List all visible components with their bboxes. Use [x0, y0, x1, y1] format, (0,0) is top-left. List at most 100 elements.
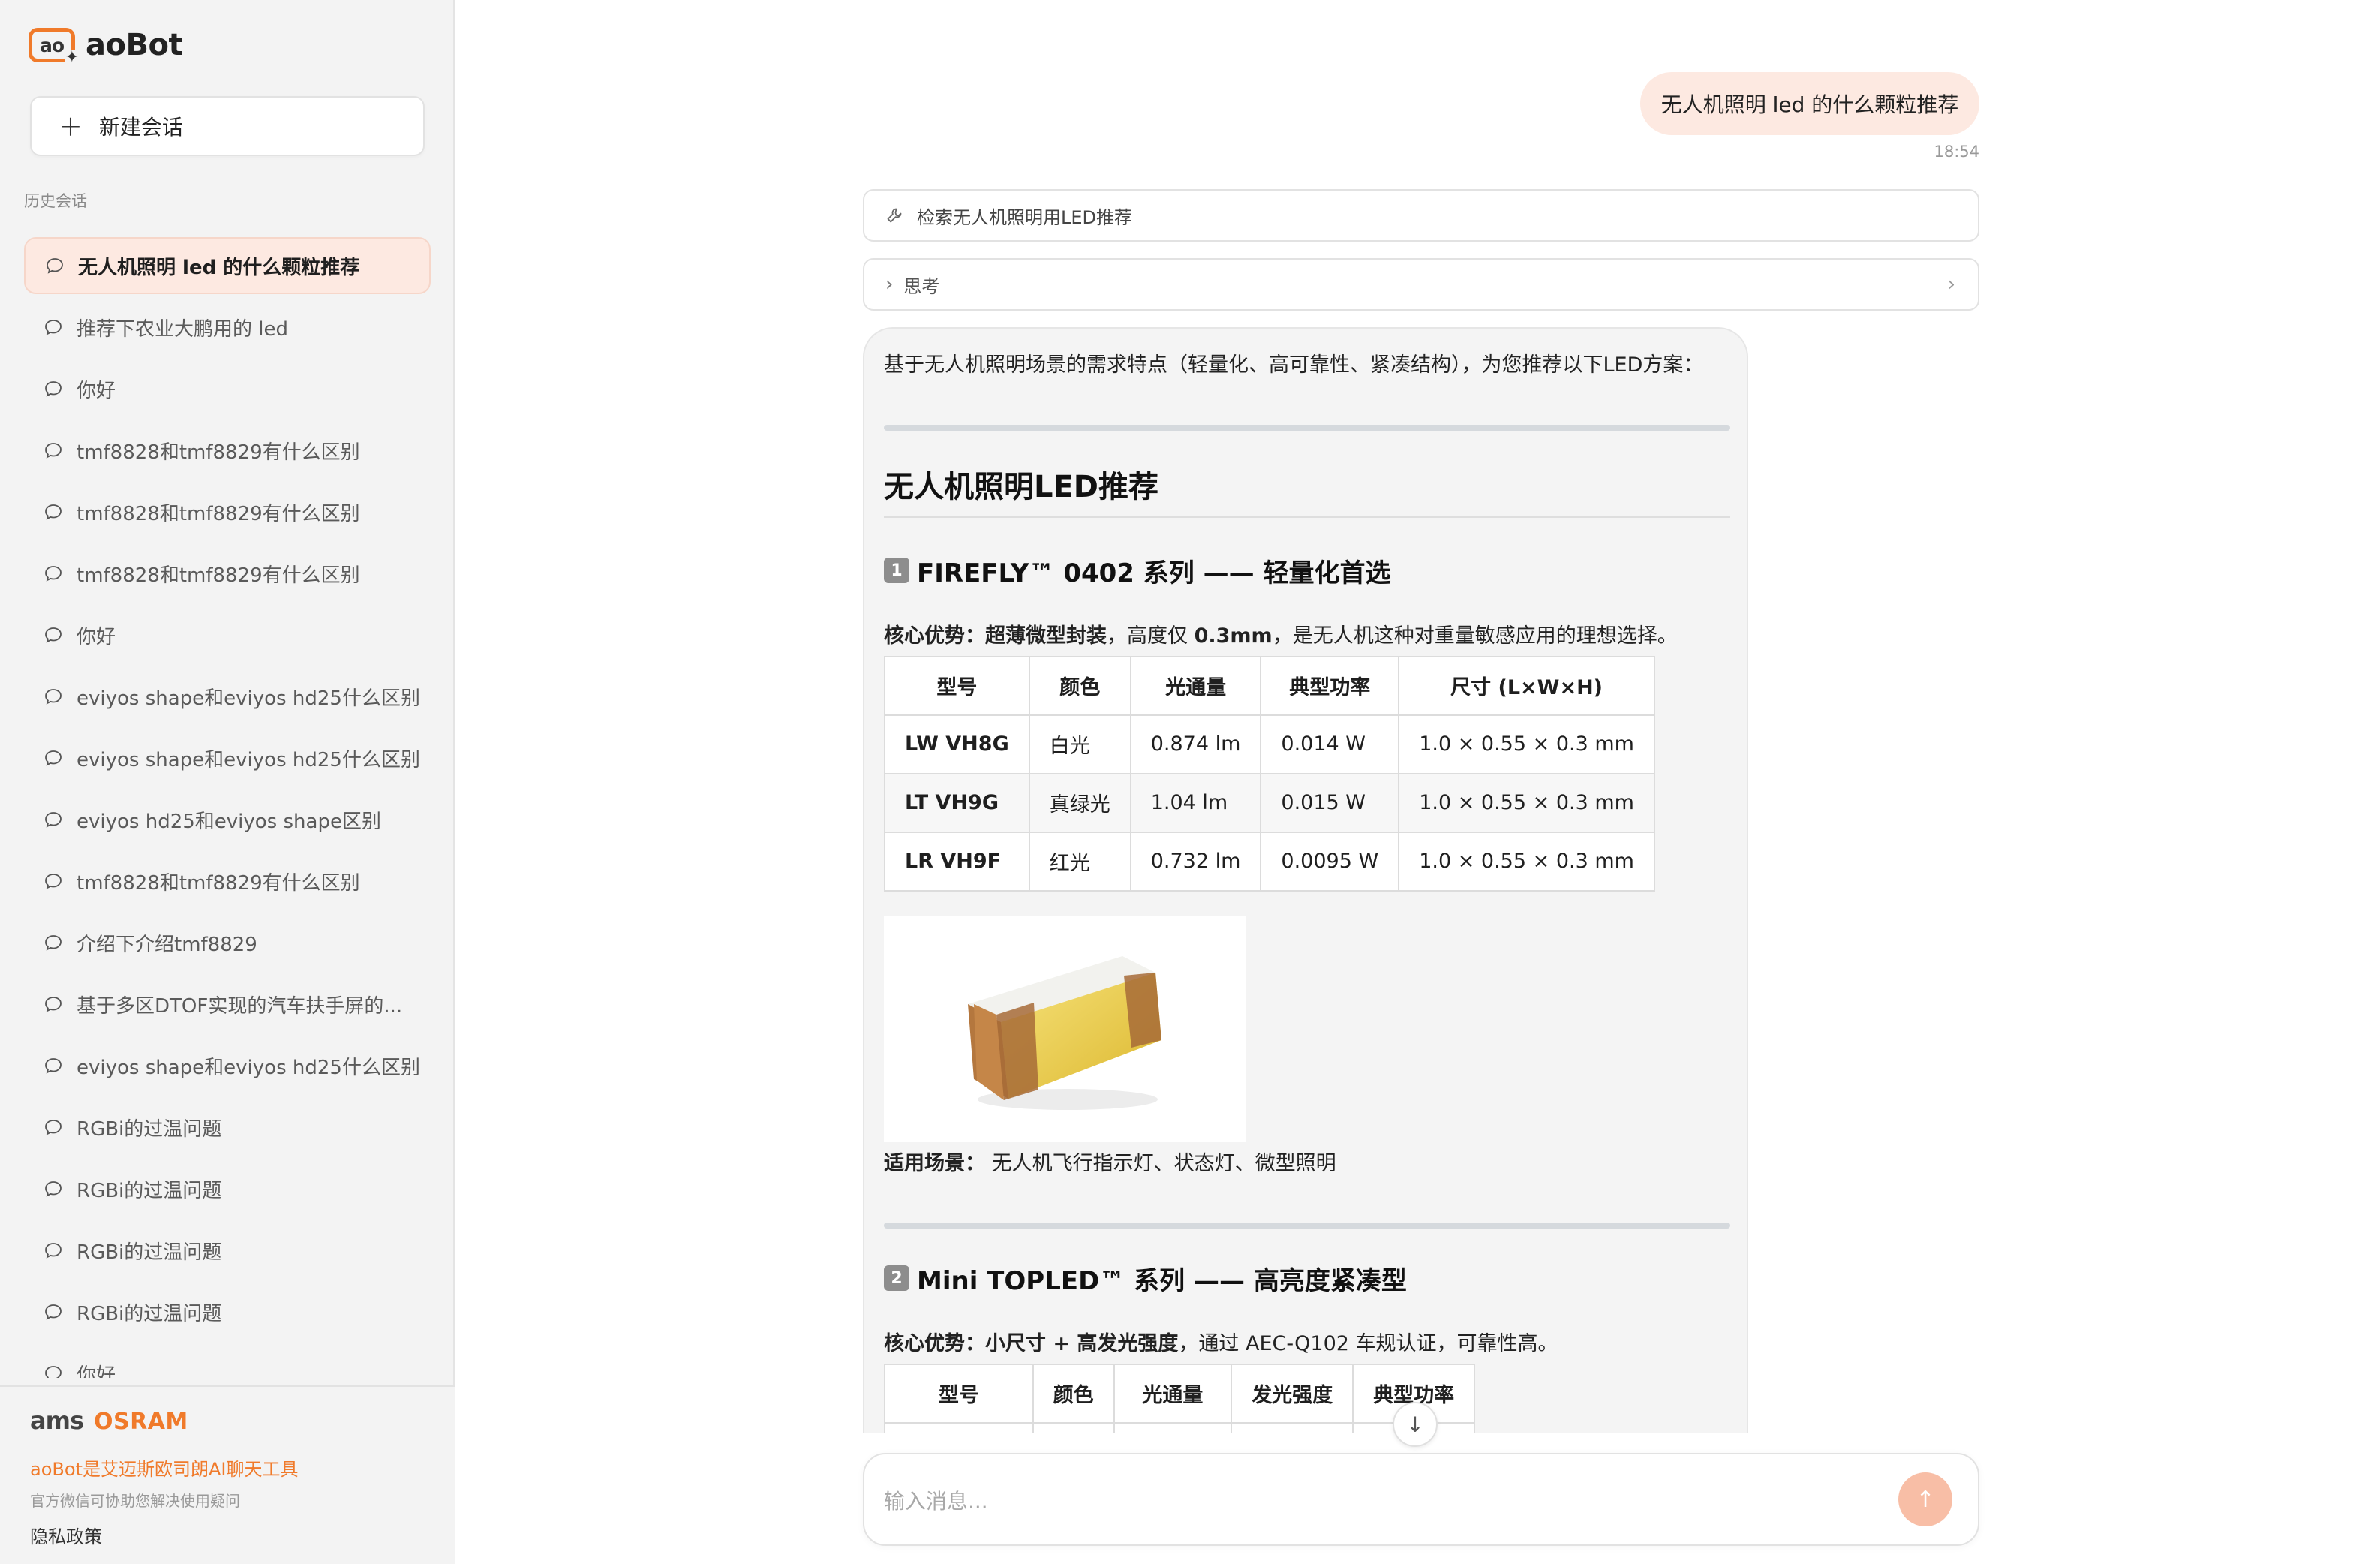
- history-item-label: RGBi的过温问题: [77, 1241, 222, 1264]
- history-item-label: eviyos shape和eviyos hd25什么区别: [77, 1056, 420, 1079]
- table-cell: 白光: [1028, 714, 1131, 774]
- history-item[interactable]: 你好: [24, 360, 431, 417]
- section-heading: 2 Mini TOPLED™ 系列 —— 高亮度紧凑型: [884, 1260, 1730, 1297]
- table-cell: 1.0 × 0.55 × 0.3 mm: [1398, 831, 1655, 892]
- privacy-link[interactable]: 隐私政策: [30, 1522, 102, 1548]
- table-cell: 红光: [1028, 831, 1131, 892]
- chat-bubble-icon: [45, 566, 62, 582]
- history-item-label: 你好: [77, 1364, 116, 1379]
- history-item[interactable]: 介绍下介绍tmf8829: [24, 914, 431, 971]
- table-cell: 0.874 lm: [1129, 714, 1262, 774]
- column-header: 型号: [884, 1363, 1034, 1424]
- history-item-label: 你好: [77, 625, 116, 648]
- chat-main: 无人机照明 led 的什么颗粒推荐 18:54 检索无人机照明用LED推荐 › …: [456, 0, 2380, 1564]
- tool-call-panel[interactable]: 检索无人机照明用LED推荐: [863, 189, 1979, 242]
- table-header-row: 型号 颜色 光通量 发光强度 典型功率: [884, 1363, 1476, 1424]
- history-item[interactable]: tmf8828和tmf8829有什么区别: [24, 422, 431, 479]
- sidebar-footer: ams OSRAM aoBot是艾迈斯欧司朗AI聊天工具 官方微信可协助您解决使…: [0, 1385, 455, 1564]
- chat-bubble-icon: [45, 1058, 62, 1074]
- spec-table: 型号颜色光通量发光强度典型功率LW MVSG白光6.78 lm2.15 cd0.…: [884, 1363, 1476, 1433]
- history-item[interactable]: RGBi的过温问题: [24, 1160, 431, 1217]
- table-cell: 真绿光: [1028, 772, 1131, 833]
- chat-bubble-icon: [45, 874, 62, 889]
- history-item[interactable]: tmf8828和tmf8829有什么区别: [24, 545, 431, 602]
- chat-bubble-icon: [45, 935, 62, 951]
- thinking-toggle[interactable]: › 思考 ›: [863, 258, 1979, 311]
- chat-bubble-icon: [45, 627, 62, 643]
- history-item-label: tmf8828和tmf8829有什么区别: [77, 564, 360, 587]
- number-badge: 2: [884, 1265, 909, 1292]
- app-logo[interactable]: ao ✦ aoBot: [29, 26, 183, 66]
- history-item[interactable]: eviyos shape和eviyos hd25什么区别: [24, 1037, 431, 1094]
- chat-bubble-icon: [45, 1120, 62, 1135]
- spec-table: 型号 颜色 光通量 典型功率 尺寸 (L×W×H) LW VH8G 白光 0.874 lm 0.…: [884, 655, 1655, 892]
- table-cell: LT VH9G: [884, 772, 1030, 833]
- history-item[interactable]: RGBi的过温问题: [24, 1283, 431, 1340]
- wrench-icon: [887, 208, 902, 223]
- history-item[interactable]: 推荐下农业大鹏用的 led: [24, 299, 431, 356]
- history-item[interactable]: eviyos hd25和eviyos shape区别: [24, 791, 431, 848]
- expand-chevron-icon: ›: [1947, 273, 1955, 296]
- history-item[interactable]: tmf8828和tmf8829有什么区别: [24, 483, 431, 540]
- chat-bubble-icon: [45, 320, 62, 335]
- history-item[interactable]: 你好: [24, 606, 431, 663]
- logo-icon: ao ✦: [29, 28, 79, 66]
- history-item[interactable]: 你好: [24, 1345, 431, 1378]
- history-item-label: eviyos shape和eviyos hd25什么区别: [77, 687, 420, 710]
- history-item[interactable]: RGBi的过温问题: [24, 1099, 431, 1156]
- history-item[interactable]: 基于多区DTOF实现的汽车扶手屏的...: [24, 976, 431, 1033]
- history-item[interactable]: eviyos shape和eviyos hd25什么区别: [24, 668, 431, 725]
- scroll-down-button[interactable]: ↓: [1393, 1402, 1438, 1447]
- sparkle-icon: ✦: [65, 48, 79, 67]
- table-cell: 0.014 W: [1260, 714, 1400, 774]
- new-chat-label: 新建会话: [98, 115, 183, 140]
- history-item-label: 介绍下介绍tmf8829: [77, 933, 257, 956]
- chat-bubble-icon: [45, 689, 62, 705]
- history-item-label: eviyos shape和eviyos hd25什么区别: [77, 748, 420, 771]
- table-row: LR VH9F 红光 0.732 lm 0.0095 W 1.0 × 0.55 × 0.…: [884, 831, 1655, 892]
- answer-intro: 基于无人机照明场景的需求特点（轻量化、高可靠性、紧凑结构），为您推荐以下LED方…: [884, 353, 1704, 377]
- arrow-down-icon: ↓: [1406, 1412, 1424, 1437]
- chat-bubble-icon: [45, 750, 62, 766]
- table-cell: LW VH8G: [884, 714, 1030, 774]
- wechat-note: 官方微信可协助您解决使用疑问: [30, 1492, 240, 1510]
- chevron-right-icon: ›: [885, 273, 894, 296]
- history-item-label: RGBi的过温问题: [77, 1302, 222, 1325]
- led-product-image: [884, 915, 1246, 1142]
- history-item[interactable]: eviyos shape和eviyos hd25什么区别: [24, 729, 431, 787]
- user-message: 无人机照明 led 的什么颗粒推荐: [1640, 72, 1979, 135]
- column-header: 发光强度: [1231, 1363, 1354, 1424]
- divider: [884, 1222, 1730, 1229]
- chat-bubble-icon: [45, 1243, 62, 1259]
- table-header-row: 型号 颜色 光通量 典型功率 尺寸 (L×W×H): [884, 655, 1655, 716]
- history-list[interactable]: 无人机照明 led 的什么颗粒推荐推荐下农业大鹏用的 led 你好 tmf8828和…: [24, 237, 431, 1378]
- brand-osram: OSRAM: [93, 1409, 188, 1435]
- chat-bubble-icon: [45, 443, 62, 459]
- column-header: 光通量: [1129, 655, 1262, 716]
- column-header: 光通量: [1113, 1363, 1233, 1424]
- chat-bubble-icon: [45, 381, 62, 397]
- history-item[interactable]: 无人机照明 led 的什么颗粒推荐: [24, 237, 431, 294]
- message-composer[interactable]: [863, 1453, 1979, 1546]
- table-cell: 6.78 lm: [1113, 1421, 1233, 1433]
- brand-logo: ams OSRAM: [30, 1406, 188, 1435]
- message-input[interactable]: [884, 1483, 1859, 1519]
- assistant-answer: 基于无人机照明场景的需求特点（轻量化、高可靠性、紧凑结构），为您推荐以下LED方…: [863, 327, 1748, 1433]
- brand-ams: ams: [30, 1406, 84, 1435]
- table-cell: 1.0 × 0.55 × 0.3 mm: [1398, 714, 1655, 774]
- history-item[interactable]: tmf8828和tmf8829有什么区别: [24, 853, 431, 910]
- history-item[interactable]: RGBi的过温问题: [24, 1222, 431, 1279]
- history-item-label: 推荐下农业大鹏用的 led: [77, 317, 288, 341]
- history-item-label: 你好: [77, 379, 116, 402]
- table-cell: 2.15 cd: [1231, 1421, 1354, 1433]
- divider: [884, 424, 1730, 431]
- section-heading-text: Mini TOPLED™ 系列 —— 高亮度紧凑型: [917, 1265, 1407, 1296]
- column-header: 尺寸 (L×W×H): [1398, 655, 1655, 716]
- tool-call-label: 检索无人机照明用LED推荐: [917, 206, 1133, 228]
- chat-bubble-icon: [45, 812, 62, 828]
- send-button[interactable]: ↑: [1898, 1472, 1952, 1526]
- chat-bubble-icon: [45, 504, 62, 520]
- history-item-label: tmf8828和tmf8829有什么区别: [77, 502, 360, 525]
- new-chat-button[interactable]: + 新建会话: [30, 96, 425, 156]
- arrow-up-icon: ↑: [1916, 1486, 1935, 1513]
